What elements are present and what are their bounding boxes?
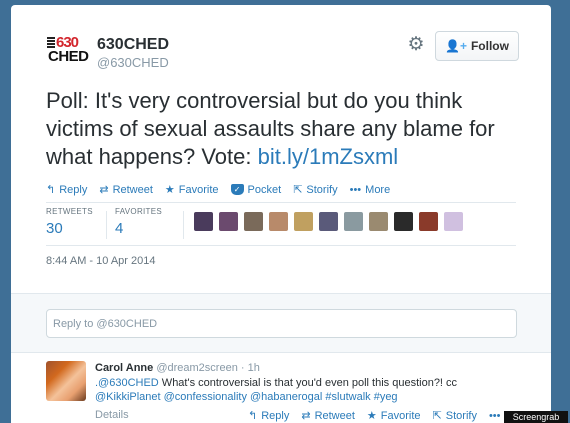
- avatar[interactable]: [369, 212, 388, 231]
- tweet-card: 630 CHED 630CHED @630CHED ⚙ 👤+ Follow Po…: [11, 5, 551, 423]
- pocket-icon: ✓: [230, 184, 244, 195]
- tweet-header: 630 CHED 630CHED @630CHED ⚙ 👤+ Follow: [11, 5, 551, 75]
- more-icon: •••: [488, 409, 501, 422]
- retweets-stat[interactable]: RETWEETS 30: [46, 207, 93, 237]
- favorites-stat[interactable]: FAVORITES 4: [115, 207, 162, 237]
- avatar[interactable]: [294, 212, 313, 231]
- avatar[interactable]: [194, 212, 213, 231]
- profile-logo[interactable]: 630 CHED: [47, 35, 89, 67]
- reply-favorite-button[interactable]: ★ Favorite: [366, 409, 421, 423]
- reply-retweet-button[interactable]: ⇄ Retweet: [301, 409, 355, 423]
- divider: [183, 211, 184, 239]
- profile-name[interactable]: 630CHED: [97, 36, 169, 54]
- tweet-text: Poll: It's very controversial but do you…: [46, 87, 516, 171]
- tweet-reply-button[interactable]: ↰ Reply: [46, 183, 88, 197]
- reply-author-name[interactable]: Carol Anne: [95, 362, 153, 374]
- tweet-actions: ↰ Reply ⇄ Retweet ★ Favorite ✓ Pocket ⇱ Storify ••…: [46, 183, 391, 197]
- reply-input[interactable]: Reply to @630CHED: [46, 309, 517, 338]
- reply-icon: ↰: [248, 410, 258, 422]
- action-label: Pocket: [247, 183, 282, 196]
- divider: [46, 245, 516, 246]
- reply-header: Carol Anne @dream2screen · 1h: [95, 362, 260, 374]
- divider: [106, 211, 107, 239]
- retweet-icon: ⇄: [301, 410, 311, 422]
- action-label: Retweet: [112, 183, 153, 196]
- tweet-timestamp[interactable]: 8:44 AM - 10 Apr 2014: [46, 255, 155, 267]
- logo-text: CHED: [48, 48, 89, 65]
- logo-stripes: [47, 37, 55, 48]
- tweet-link[interactable]: bit.ly/1mZsxml: [258, 144, 399, 169]
- storify-icon: ⇱: [432, 410, 442, 422]
- reply-reply-button[interactable]: ↰ Reply: [248, 409, 290, 423]
- tweet-retweet-button[interactable]: ⇄ Retweet: [99, 183, 153, 197]
- reply-author-handle[interactable]: @dream2screen: [156, 362, 237, 374]
- add-user-icon: 👤+: [445, 39, 467, 53]
- reply-text: .@630CHED What's controversial is that y…: [95, 376, 515, 404]
- avatar[interactable]: [444, 212, 463, 231]
- avatar[interactable]: [219, 212, 238, 231]
- avatar[interactable]: [244, 212, 263, 231]
- action-label: Retweet: [314, 409, 355, 422]
- profile-handle[interactable]: @630CHED: [97, 55, 169, 70]
- avatar[interactable]: [394, 212, 413, 231]
- action-label: Reply: [59, 183, 88, 196]
- avatar[interactable]: [319, 212, 338, 231]
- divider: [46, 202, 516, 203]
- follow-label: Follow: [470, 39, 509, 53]
- reply-icon: ↰: [46, 184, 56, 196]
- action-label: Reply: [261, 409, 290, 422]
- gear-icon[interactable]: ⚙: [405, 34, 427, 56]
- tweet-storify-button[interactable]: ⇱ Storify: [293, 183, 338, 197]
- avatar[interactable]: [419, 212, 438, 231]
- reply-area: Reply to @630CHED: [11, 293, 551, 353]
- tweet-more-button[interactable]: ••• More: [350, 184, 391, 196]
- action-label: Storify: [445, 409, 477, 422]
- tweet-favorite-button[interactable]: ★ Favorite: [164, 183, 219, 197]
- action-label: Favorite: [380, 409, 421, 422]
- retweets-count: 30: [46, 220, 63, 237]
- reply-mention[interactable]: .@630CHED: [95, 377, 159, 389]
- storify-icon: ⇱: [293, 184, 303, 196]
- avatar[interactable]: [269, 212, 288, 231]
- reply-storify-button[interactable]: ⇱ Storify: [432, 409, 477, 423]
- reply-mentions-line[interactable]: @KikkiPlanet @confessionality @habanerog…: [95, 391, 398, 403]
- tweet-pocket-button[interactable]: ✓ Pocket: [230, 183, 282, 196]
- favorites-count: 4: [115, 220, 124, 237]
- avatar[interactable]: [344, 212, 363, 231]
- reply-time[interactable]: · 1h: [241, 362, 260, 374]
- more-icon: •••: [349, 183, 362, 196]
- reply-tweet: Carol Anne @dream2screen · 1h .@630CHED …: [11, 354, 551, 423]
- retweets-label: RETWEETS: [46, 207, 93, 216]
- action-label: Favorite: [178, 183, 219, 196]
- screengrab-watermark: Screengrab: [504, 411, 568, 423]
- action-label: Storify: [306, 183, 338, 196]
- details-link[interactable]: Details: [95, 409, 129, 421]
- reply-actions: ↰Reply⇄Retweet★Favorite⇱Storify•••Mo: [248, 409, 520, 423]
- favorites-label: FAVORITES: [115, 207, 163, 216]
- retweet-icon: ⇄: [99, 184, 109, 196]
- favoriters-avatars: [194, 212, 463, 231]
- avatar[interactable]: [46, 361, 86, 401]
- favorite-icon: ★: [366, 410, 377, 422]
- reply-body: What's controversial is that you'd even …: [158, 377, 458, 389]
- follow-button[interactable]: 👤+ Follow: [435, 31, 519, 61]
- action-label: More: [365, 183, 391, 196]
- favorite-icon: ★: [164, 184, 175, 196]
